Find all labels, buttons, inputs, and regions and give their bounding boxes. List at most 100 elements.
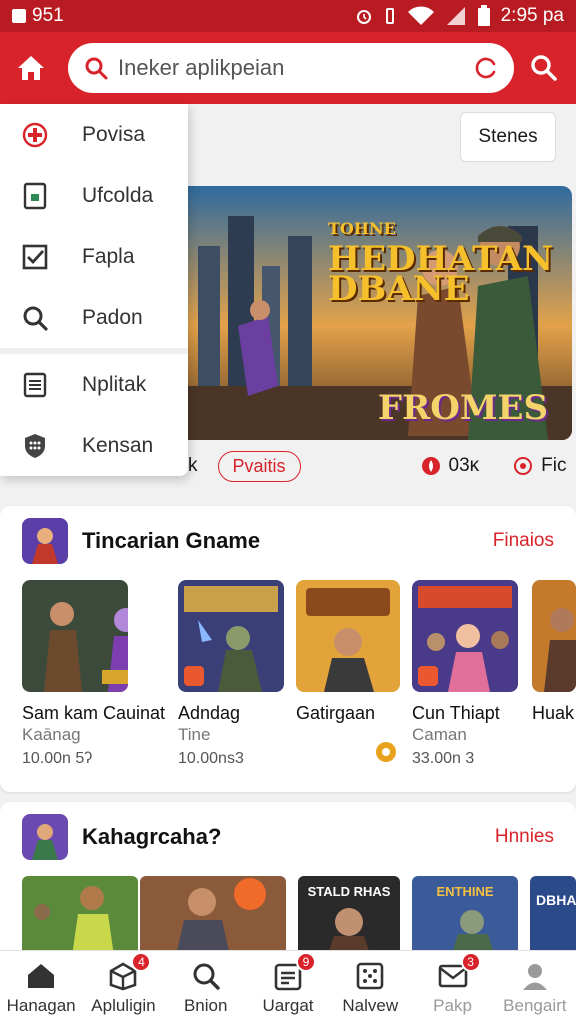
section-title: Tincarian Gname: [82, 528, 261, 553]
thumbnail-caption: STALD RHAS: [307, 884, 391, 899]
game-rating: [376, 742, 402, 762]
nav-badge: 3: [460, 951, 481, 972]
search-input[interactable]: Ineker aplikpeian: [68, 43, 514, 93]
game-meta: 10.00ns3: [178, 750, 244, 767]
nav-label: Nalvew: [342, 995, 399, 1015]
game-card[interactable]: Cun Thiapt Caman 33.00n 3: [412, 580, 518, 768]
nav-label: Uargat: [262, 995, 314, 1015]
shield-grid-icon: [20, 431, 50, 461]
nav-apps[interactable]: 4 Apluligin: [82, 951, 164, 1024]
game-thumbnail[interactable]: [140, 876, 286, 956]
dropdown-menu: Povisa Ufcolda Fapla Padon Nplitak Kensa…: [0, 104, 188, 476]
search-button-icon[interactable]: [530, 54, 558, 82]
menu-item-label: Nplitak: [82, 372, 147, 396]
app-bar: Ineker aplikpeian: [0, 32, 576, 104]
updates-icon: 9: [272, 951, 316, 992]
section-game-icon: [22, 814, 68, 860]
section-more-link[interactable]: Finaios: [493, 530, 554, 552]
grid-icon: [354, 960, 386, 992]
first-aid-icon: [20, 120, 50, 150]
game-card[interactable]: Gatirgaan: [296, 580, 402, 762]
banner-info-row: k Pvaitis 03κ Fic: [188, 448, 576, 484]
featured-banner[interactable]: TOHNE HEDHATAN DBANE FROMES: [178, 186, 572, 440]
banner-stat-1-label: 03κ: [448, 455, 480, 476]
nav-label: Hanagan: [6, 995, 76, 1015]
apps-box-icon: 4: [107, 951, 152, 992]
menu-item-povisa[interactable]: Povisa: [0, 104, 188, 165]
wifi-icon: [407, 6, 434, 26]
list-icon: [20, 370, 50, 400]
home-button[interactable]: [14, 51, 48, 85]
banner-pill-button[interactable]: Pvaitis: [217, 450, 301, 482]
section-game-icon: [22, 518, 68, 564]
thumbnail-caption: DBHA: [536, 892, 576, 908]
thumbnail-caption: ENTHINE: [436, 884, 494, 899]
menu-item-label: Fapla: [82, 244, 135, 268]
nav-account[interactable]: Bengairt: [494, 951, 576, 1024]
menu-item-label: Ufcolda: [82, 183, 154, 207]
banner-row-prefix: k: [188, 455, 198, 476]
coin-icon: [376, 742, 396, 762]
bottom-navigation: Hanagan 4 Apluligin Bnion 9 Uargat Nalve…: [0, 950, 576, 1024]
status-left-text: 951: [32, 5, 64, 26]
nav-home[interactable]: Hanagan: [0, 951, 82, 1024]
nav-badge: 4: [131, 951, 152, 972]
game-meta: 33.00n 3: [412, 750, 475, 767]
mail-icon: 3: [437, 951, 481, 992]
checkbox-icon: [20, 242, 50, 272]
menu-item-padon[interactable]: Padon: [0, 287, 188, 348]
banner-stat-2: Fic: [513, 455, 566, 477]
section-more-link[interactable]: Hnnies: [495, 826, 554, 848]
game-thumbnail: [532, 580, 576, 692]
menu-item-nplitak[interactable]: Nplitak: [0, 354, 188, 415]
home-icon: [18, 56, 44, 80]
search-icon: [20, 303, 50, 333]
menu-item-fapla[interactable]: Fapla: [0, 226, 188, 287]
banner-title-main: HEDHATAN DBANE: [328, 239, 554, 309]
search-icon: [190, 960, 222, 992]
menu-item-ufcolda[interactable]: Ufcolda: [0, 165, 188, 226]
alarm-icon: [356, 10, 371, 24]
game-thumbnail[interactable]: ENTHINE: [412, 876, 518, 956]
nav-label: Bengairt: [503, 995, 567, 1015]
nav-library[interactable]: Nalvew: [329, 951, 411, 1024]
game-thumbnail[interactable]: [22, 876, 138, 956]
refresh-icon[interactable]: [474, 56, 498, 80]
banner-stat-1: 03κ: [421, 455, 480, 477]
banner-title: TOHNE HEDHATAN DBANE: [328, 214, 572, 306]
section-second: Kahagrcaha? Hnnies STALD RHAS ENTHINE DB…: [0, 802, 576, 972]
stores-button[interactable]: Stenes: [460, 112, 556, 162]
section-header: Kahagrcaha? Hnnies: [0, 802, 576, 872]
notification-icon: [12, 9, 26, 23]
section-header: Tincarian Gname Finaios: [0, 506, 576, 576]
target-icon: [514, 457, 533, 475]
game-card[interactable]: Sam kam Cauinat Kaānaɡ 10.00n 5ʔ: [22, 580, 166, 768]
game-card[interactable]: Adndaɡ Tine 10.00ns3: [178, 580, 284, 768]
banner-logo-text: FROMES: [377, 388, 548, 428]
nav-search[interactable]: Bnion: [165, 951, 247, 1024]
nav-label: Apluligin: [91, 995, 156, 1015]
game-card[interactable]: Huak: [532, 580, 576, 724]
section-title: Kahagrcaha?: [82, 824, 222, 849]
game-meta: 10.00n 5ʔ: [22, 750, 93, 767]
vibrate-icon: [385, 8, 394, 24]
battery-icon: [477, 5, 490, 26]
signal-icon: [446, 7, 465, 25]
home-icon: [25, 960, 57, 992]
game-subtitle: Caman: [412, 725, 467, 744]
menu-item-kensan[interactable]: Kensan: [0, 415, 188, 476]
game-thumbnail[interactable]: STALD RHAS: [298, 876, 400, 956]
game-thumbnail: [412, 580, 518, 692]
flame-icon: [421, 457, 440, 475]
status-bar: 951 2:95 pa: [0, 0, 576, 32]
game-title: Gatirgaan: [296, 703, 376, 723]
section-trending-games: Tincarian Gname Finaios Sam kam Cauinat …: [0, 506, 576, 792]
game-thumbnail[interactable]: DBHA: [530, 876, 576, 956]
nav-label: Pakp: [433, 995, 472, 1015]
nav-mail[interactable]: 3 Pakp: [411, 951, 493, 1024]
game-title: Sam kam Cauinat: [22, 703, 166, 723]
game-title: Huak: [532, 703, 575, 723]
game-thumbnail: [22, 580, 128, 692]
game-thumbnail: [296, 580, 400, 692]
nav-updates[interactable]: 9 Uargat: [247, 951, 329, 1024]
